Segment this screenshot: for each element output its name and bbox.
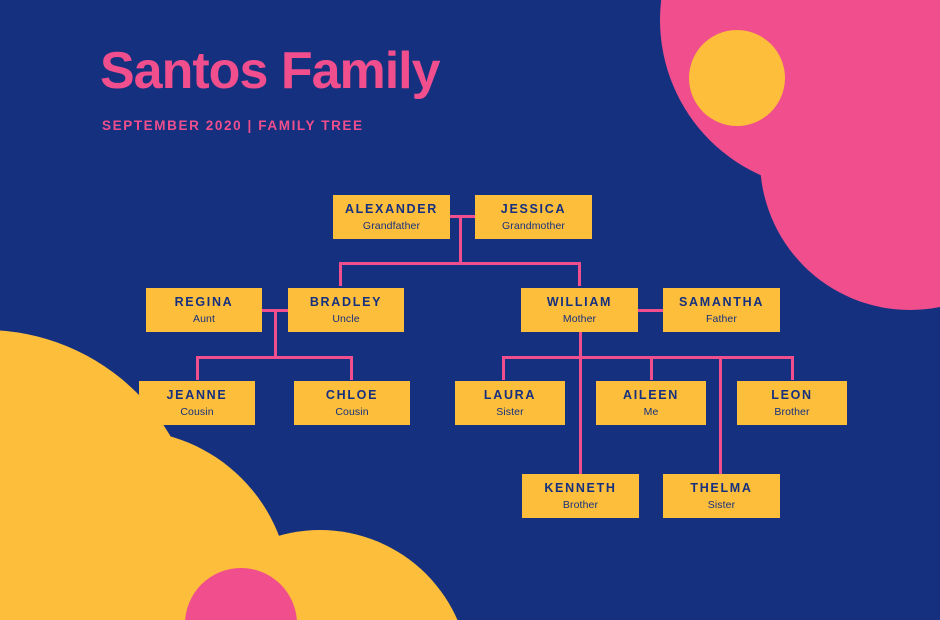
node-role: Grandfather [362,219,421,232]
page-subtitle: SEPTEMBER 2020 | FAMILY TREE [102,118,364,133]
connector-to-kenneth [579,356,582,474]
node-name: REGINA [174,294,234,309]
node-role: Sister [496,405,524,418]
connector-to-laura [502,356,505,380]
node-name: LAURA [483,387,537,402]
node-name: CHLOE [325,387,379,402]
node-role: Cousin [335,405,369,418]
connector-regina-bradley-drop [274,309,277,358]
node-name: WILLIAM [546,294,613,309]
connector-to-thelma [719,356,722,474]
poster-header: Santos Family SEPTEMBER 2020 | FAMILY TR… [100,42,441,133]
connector-gen1-drop [459,215,462,263]
node-jeanne[interactable]: JEANNE Cousin [139,381,255,425]
node-regina[interactable]: REGINA Aunt [146,288,262,332]
node-role: Me [643,405,659,418]
node-name: JEANNE [166,387,228,402]
node-role: Brother [562,498,599,511]
node-samantha[interactable]: SAMANTHA Father [663,288,780,332]
connector-to-aileen [650,356,653,380]
node-role: Uncle [332,312,360,325]
node-name: ALEXANDER [344,201,439,216]
page-title: Santos Family [100,42,441,100]
node-role: Cousin [180,405,214,418]
node-name: LEON [771,387,813,402]
node-role: Brother [774,405,810,418]
connector-to-jeanne [196,356,199,380]
connector-to-leon [791,356,794,380]
node-thelma[interactable]: THELMA Sister [663,474,780,518]
node-leon[interactable]: LEON Brother [737,381,847,425]
node-name: BRADLEY [309,294,383,309]
family-tree-poster: Santos Family SEPTEMBER 2020 | FAMILY TR… [0,0,940,620]
node-kenneth[interactable]: KENNETH Brother [522,474,639,518]
node-name: JESSICA [500,201,567,216]
node-chloe[interactable]: CHLOE Cousin [294,381,410,425]
node-name: KENNETH [544,480,617,495]
connector-to-william [578,262,581,286]
node-name: THELMA [690,480,753,495]
node-jessica[interactable]: JESSICA Grandmother [475,195,592,239]
connector-gen2-bus [339,262,581,265]
connector-to-chloe [350,356,353,380]
node-role: Aunt [193,312,215,325]
connector-william-samantha [636,309,666,312]
node-role: Father [706,312,737,325]
node-bradley[interactable]: BRADLEY Uncle [288,288,404,332]
node-alexander[interactable]: ALEXANDER Grandfather [333,195,450,239]
connector-to-bradley [339,262,342,286]
node-role: Grandmother [502,219,565,232]
node-laura[interactable]: LAURA Sister [455,381,565,425]
node-role: Mother [562,312,597,325]
node-william[interactable]: WILLIAM Mother [521,288,638,332]
connector-gen3-left-bus [196,356,352,359]
node-role: Sister [707,498,736,511]
connector-gen3-right-bus [502,356,794,359]
node-aileen[interactable]: AILEEN Me [596,381,706,425]
node-name: AILEEN [622,387,680,402]
node-name: SAMANTHA [678,294,765,309]
